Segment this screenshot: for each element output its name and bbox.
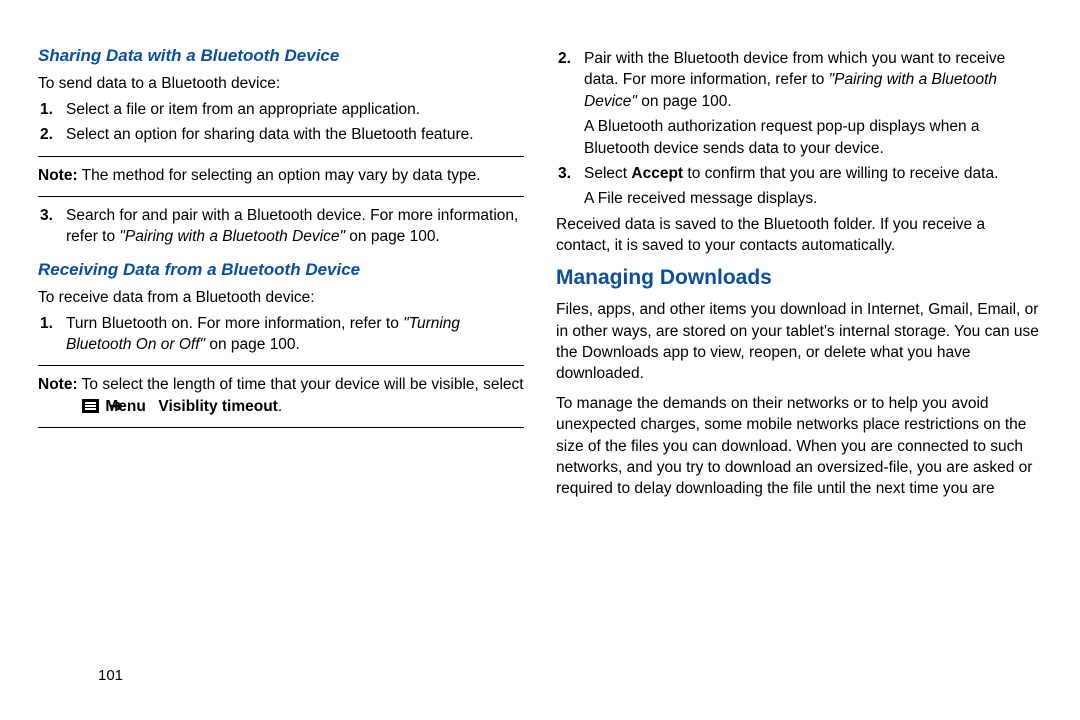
right-column: 2. Pair with the Bluetooth device from w… <box>556 44 1042 508</box>
divider <box>38 365 524 366</box>
note-label: Note: <box>38 167 78 184</box>
document-page: Sharing Data with a Bluetooth Device To … <box>0 0 1080 720</box>
note-text: To select the length of time that your d… <box>82 376 524 393</box>
list-item: 2. Pair with the Bluetooth device from w… <box>556 48 1042 159</box>
steps-receiving-cont: 2. Pair with the Bluetooth device from w… <box>556 48 1042 210</box>
step-sub: A File received message displays. <box>584 188 1042 209</box>
list-item: 2. Select an option for sharing data wit… <box>38 124 524 145</box>
steps-sharing: 1. Select a file or item from an appropr… <box>38 99 524 146</box>
step-text: Select <box>584 165 631 182</box>
step-number: 3. <box>558 163 571 184</box>
step-number: 1. <box>40 99 53 120</box>
page-number: 101 <box>98 667 123 684</box>
note-text: The method for selecting an option may v… <box>82 167 481 184</box>
steps-sharing-cont: 3. Search for and pair with a Bluetooth … <box>38 205 524 248</box>
accept-label: Accept <box>631 165 683 182</box>
list-item: 3. Select Accept to confirm that you are… <box>556 163 1042 210</box>
heading-sharing: Sharing Data with a Bluetooth Device <box>38 44 524 67</box>
intro-sharing: To send data to a Bluetooth device: <box>38 73 524 94</box>
step-number: 2. <box>40 124 53 145</box>
menu-icon <box>82 399 99 413</box>
divider <box>38 427 524 428</box>
note-receiving: Note: To select the length of time that … <box>38 374 524 417</box>
step-number: 2. <box>558 48 571 69</box>
step-sub: A Bluetooth authorization request pop-up… <box>584 116 1042 159</box>
divider <box>38 196 524 197</box>
step-text-tail: on page 100. <box>637 93 732 110</box>
note-label: Note: <box>38 376 78 393</box>
columns: Sharing Data with a Bluetooth Device To … <box>38 44 1042 508</box>
cross-ref: "Pairing with a Bluetooth Device" <box>119 228 345 245</box>
intro-receiving: To receive data from a Bluetooth device: <box>38 287 524 308</box>
para-managing-2: To manage the demands on their networks … <box>556 393 1042 500</box>
heading-receiving: Receiving Data from a Bluetooth Device <box>38 258 524 281</box>
step-text-tail: on page 100. <box>345 228 440 245</box>
visibility-timeout-label: Visiblity timeout <box>158 398 277 415</box>
note-end: . <box>278 398 282 415</box>
step-text: Select a file or item from an appropriat… <box>66 101 420 118</box>
left-column: Sharing Data with a Bluetooth Device To … <box>38 44 524 508</box>
para-received: Received data is saved to the Bluetooth … <box>556 214 1042 257</box>
divider <box>38 156 524 157</box>
step-number: 1. <box>40 313 53 334</box>
step-text-tail: to confirm that you are willing to recei… <box>683 165 998 182</box>
note-sharing: Note: The method for selecting an option… <box>38 165 524 186</box>
heading-managing-downloads: Managing Downloads <box>556 264 1042 293</box>
list-item: 3. Search for and pair with a Bluetooth … <box>38 205 524 248</box>
step-number: 3. <box>40 205 53 226</box>
steps-receiving: 1. Turn Bluetooth on. For more informati… <box>38 313 524 356</box>
step-text: Turn Bluetooth on. For more information,… <box>66 315 403 332</box>
step-text: Select an option for sharing data with t… <box>66 126 474 143</box>
list-item: 1. Select a file or item from an appropr… <box>38 99 524 120</box>
step-text-tail: on page 100. <box>205 336 300 353</box>
list-item: 1. Turn Bluetooth on. For more informati… <box>38 313 524 356</box>
para-managing-1: Files, apps, and other items you downloa… <box>556 299 1042 385</box>
